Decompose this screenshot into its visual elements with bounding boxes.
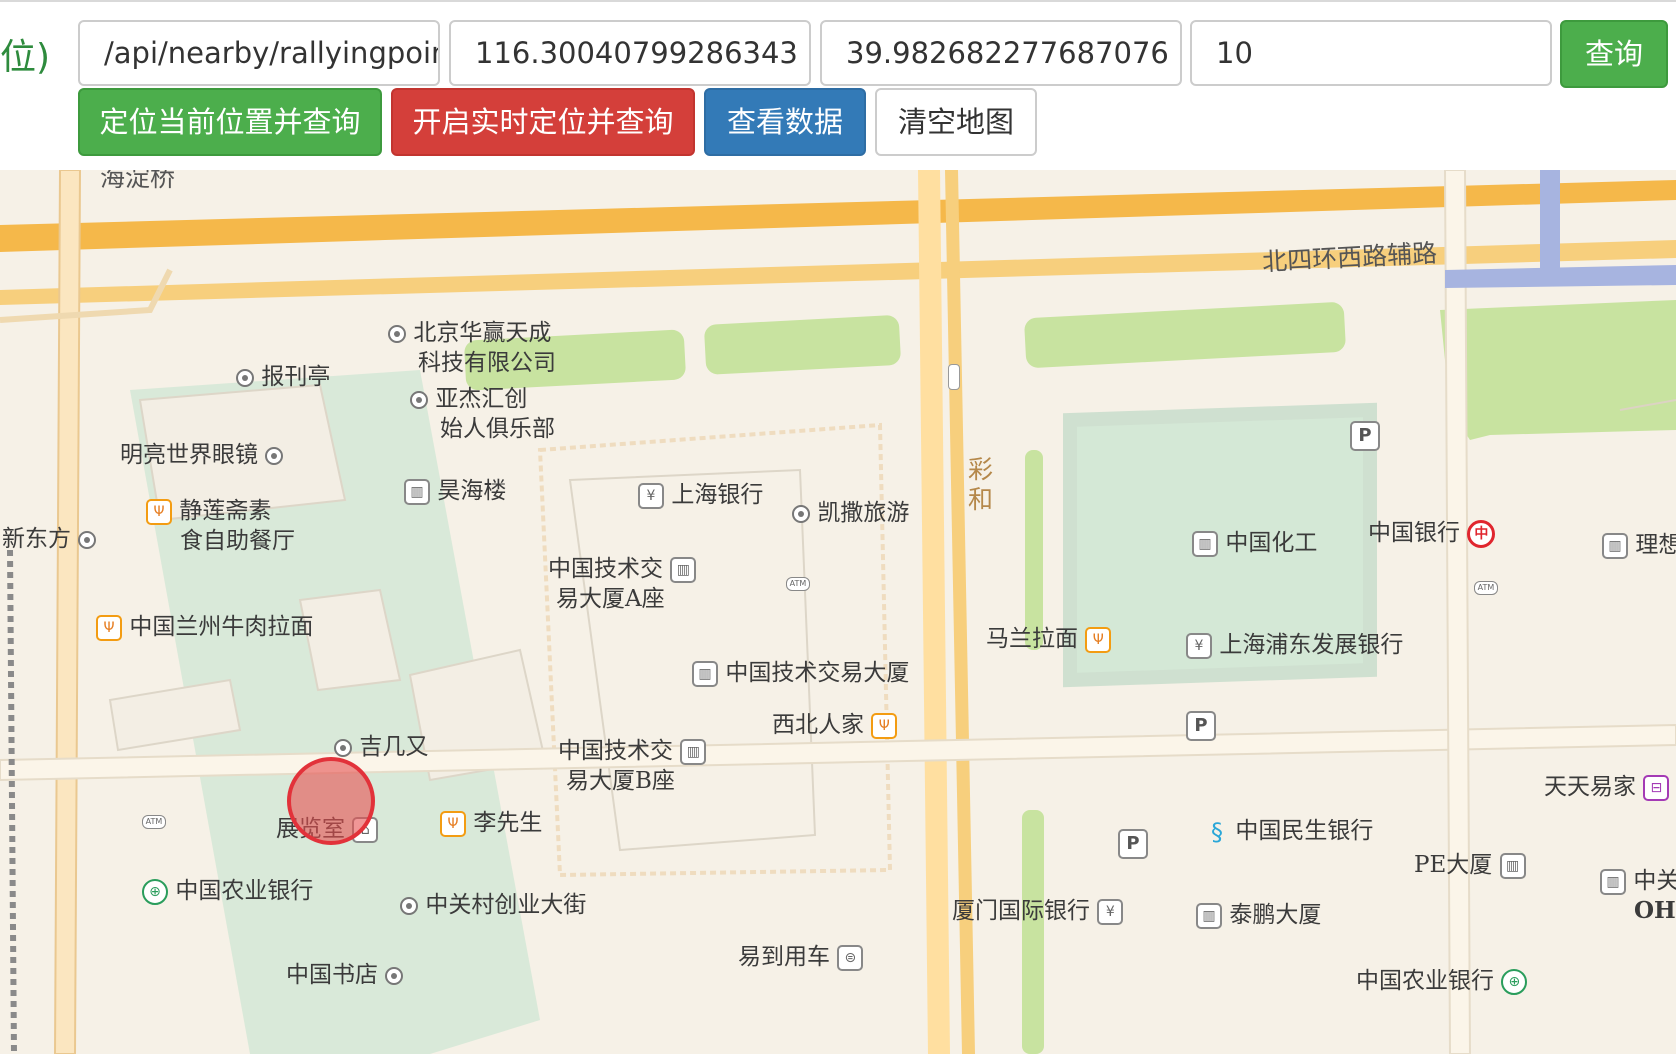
view-data-button[interactable]: 查看数据	[704, 88, 866, 156]
poi-zgc-street[interactable]: 中关村创业大街	[400, 890, 586, 920]
poi-chem[interactable]: ▥ 中国化工	[1192, 528, 1317, 558]
road-label-haidian-bridge: 海淀桥	[100, 170, 176, 192]
poi-tech-a[interactable]: 中国技术交 ▥ 易大厦A座	[548, 554, 697, 614]
poi-atm-3[interactable]: ATM	[1474, 572, 1498, 602]
poi-parking-2[interactable]: P	[1186, 710, 1216, 741]
parking-icon: P	[1350, 421, 1380, 451]
restaurant-icon: Ψ	[871, 713, 898, 739]
query-button[interactable]: 查询	[1560, 20, 1668, 88]
realtime-locate-button[interactable]: 开启实时定位并查询	[391, 88, 695, 156]
poi-xiamen[interactable]: 厦门国际银行 ¥	[952, 896, 1124, 926]
poi-lixiang[interactable]: ▥ 理想	[1602, 530, 1676, 560]
bank-icon: ¥	[1097, 899, 1124, 925]
building-icon: ▥	[1602, 533, 1628, 559]
poi-shanghai-bank[interactable]: ¥ 上海银行	[638, 480, 763, 510]
longitude-input[interactable]: 116.30040799286343	[449, 20, 811, 86]
poi-tech-main[interactable]: ▥ 中国技术交易大厦	[692, 658, 909, 688]
parking-icon: P	[1118, 829, 1148, 859]
atm-icon: ATM	[1474, 581, 1498, 595]
atm-icon: ATM	[142, 815, 166, 829]
api-path-input[interactable]: /api/nearby/rallyingpoint/	[78, 20, 440, 86]
poi-malan[interactable]: 马兰拉面 Ψ	[986, 624, 1112, 654]
current-location-marker[interactable]	[287, 757, 375, 845]
poi-haohai[interactable]: ▥ 昊海楼	[404, 476, 506, 506]
query-toolbar: 位) /api/nearby/rallyingpoint/ 116.300407…	[0, 0, 1676, 170]
poi-yajie[interactable]: 亚杰汇创 始人俱乐部	[410, 384, 555, 444]
poi-newsstand[interactable]: 报刊亭	[236, 362, 330, 392]
clear-map-button[interactable]: 清空地图	[875, 88, 1037, 156]
poi-lanzhou[interactable]: Ψ 中国兰州牛肉拉面	[96, 612, 313, 642]
building-icon: ▥	[692, 661, 718, 687]
car-icon: ⊜	[837, 945, 864, 971]
building-icon: ▥	[670, 557, 697, 583]
poi-parking-3[interactable]: P	[1118, 828, 1148, 859]
building-icon: ▥	[1600, 869, 1626, 895]
poi-parking-1[interactable]: P	[1350, 420, 1380, 451]
poi-abc-left[interactable]: ⊕ 中国农业银行	[142, 876, 313, 906]
restaurant-icon: Ψ	[146, 499, 172, 525]
poi-bookstore[interactable]: 中国书店	[286, 960, 404, 990]
poi-lixiansheng[interactable]: Ψ 李先生	[440, 808, 542, 838]
radius-input[interactable]: 10	[1190, 20, 1552, 86]
atm-icon: ATM	[786, 577, 810, 591]
poi-pe[interactable]: PE大厦 ▥	[1414, 850, 1526, 880]
map-canvas[interactable]: 海淀桥 北四环西路辅路 彩和 北京华赢天成 科技有限公司 报刊亭 亚杰汇创 始人俱乐…	[0, 170, 1676, 1054]
locate-query-button[interactable]: 定位当前位置并查询	[78, 88, 382, 156]
poi-jinglian[interactable]: Ψ 静莲斋素 食自助餐厅	[146, 496, 295, 556]
pin-icon	[400, 897, 418, 915]
pin-icon	[388, 325, 406, 343]
boc-bank-icon: 中	[1467, 520, 1496, 548]
building-icon: ▥	[680, 739, 707, 765]
pin-icon	[236, 369, 254, 387]
cmbc-bank-icon: §	[1211, 818, 1223, 846]
restaurant-icon: Ψ	[440, 811, 466, 837]
latitude-input[interactable]: 39.982682277687076	[820, 20, 1182, 86]
poi-zhongguan[interactable]: ▥ 中关OHC	[1600, 866, 1676, 926]
poi-xdf[interactable]: 新东方	[2, 524, 97, 554]
building-icon: ▥	[1499, 853, 1526, 879]
pin-icon	[410, 391, 428, 409]
toolbar-label: 位)	[0, 37, 51, 78]
restaurant-icon: Ψ	[1085, 627, 1112, 653]
poi-cmbc[interactable]: § 中国民生银行	[1206, 816, 1373, 846]
restaurant-icon: Ψ	[96, 615, 122, 641]
poi-spdb[interactable]: ¥ 上海浦东发展银行	[1186, 630, 1403, 660]
building-icon: ▥	[404, 479, 430, 505]
poi-abc-right[interactable]: 中国农业银行 ⊕	[1356, 966, 1528, 996]
pin-icon	[334, 739, 352, 757]
building-icon: ▥	[1192, 531, 1218, 557]
pin-icon	[792, 505, 810, 523]
pin-icon	[385, 967, 404, 985]
abc-bank-icon: ⊕	[1501, 969, 1528, 995]
poi-tiantian[interactable]: 天天易家 ⊟	[1544, 772, 1670, 802]
poi-huaying[interactable]: 北京华赢天成 科技有限公司	[388, 318, 556, 378]
poi-atm-1[interactable]: ATM	[786, 568, 810, 598]
poi-kaisa[interactable]: 凯撒旅游	[792, 498, 909, 528]
poi-xibei[interactable]: 西北人家 Ψ	[772, 710, 898, 740]
poi-taipeng[interactable]: ▥ 泰鹏大厦	[1196, 900, 1321, 930]
bank-icon: ¥	[1186, 633, 1212, 659]
poi-boc[interactable]: 中国银行 中	[1368, 518, 1496, 548]
traffic-light-icon	[948, 364, 960, 390]
poi-mingliang[interactable]: 明亮世界眼镜	[120, 440, 284, 470]
poi-yidao[interactable]: 易到用车 ⊜	[738, 942, 864, 972]
pin-icon	[265, 447, 284, 465]
building-icon: ▥	[1196, 903, 1222, 929]
poi-atm-2[interactable]: ATM	[142, 806, 166, 836]
pin-icon	[78, 531, 97, 549]
poi-tech-b[interactable]: 中国技术交 ▥ 易大厦B座	[558, 736, 707, 796]
bank-icon: ¥	[638, 483, 664, 509]
abc-bank-icon: ⊕	[142, 879, 168, 905]
poi-jijiyou[interactable]: 吉几又	[334, 732, 428, 762]
road-label-caihe: 彩和	[968, 455, 994, 514]
parking-icon: P	[1186, 711, 1216, 741]
shopping-icon: ⊟	[1643, 775, 1670, 801]
